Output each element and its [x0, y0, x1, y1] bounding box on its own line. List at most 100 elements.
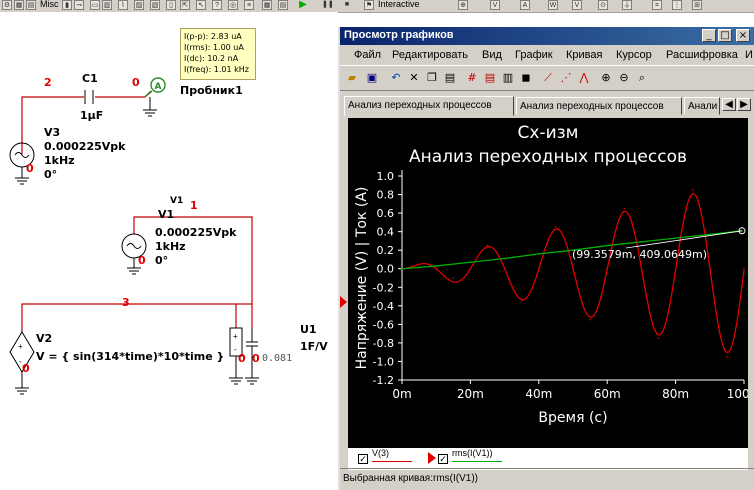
minimize-button[interactable]: _ — [702, 29, 716, 42]
data-point-v3 — [709, 267, 711, 270]
data-point-v3 — [520, 300, 523, 302]
print-icon[interactable]: ▤ — [278, 0, 288, 10]
tab-scroll-left-icon[interactable]: ◀ — [722, 98, 736, 111]
data-point-rms — [435, 265, 437, 267]
meter-icon[interactable]: ▭ — [90, 0, 100, 10]
settings-icon[interactable]: ⚙ — [2, 0, 12, 10]
doc-icon[interactable]: ▯ — [166, 0, 176, 10]
tab-analysis-2[interactable]: Анализ переходных процессов — [516, 97, 682, 115]
probe-icon[interactable]: ⊸ — [74, 0, 84, 10]
marker-line-icon[interactable]: ⋀ — [576, 70, 592, 86]
node-label-1: 1 — [190, 199, 198, 212]
wire-icon[interactable]: ⌇ — [118, 0, 128, 10]
bus-probe-icon[interactable]: ⋮ — [672, 0, 682, 10]
power-probe-icon[interactable]: W — [548, 0, 558, 10]
marker-style-icon[interactable]: ⋰ — [558, 70, 574, 86]
digital-probe-icon[interactable]: ⌗ — [652, 0, 662, 10]
grid-icon[interactable]: ▦ — [14, 0, 24, 10]
zoom-fit-icon[interactable]: ⌕ — [634, 70, 650, 86]
diff-probe-icon[interactable]: V — [572, 0, 582, 10]
line-style-icon[interactable]: ⟋ — [540, 70, 556, 86]
paste-icon[interactable]: ▤ — [442, 70, 458, 86]
menu-file[interactable]: Файл — [354, 49, 381, 61]
tab-analysis-1[interactable]: Анализ переходных процессов — [344, 96, 514, 116]
interactive-icon[interactable]: ⚑ — [364, 0, 374, 10]
export-icon[interactable]: ⇱ — [180, 0, 190, 10]
grapher-window[interactable]: Просмотр графиков _ □ × Файл Редактирова… — [338, 27, 754, 490]
data-point-v3 — [623, 207, 626, 210]
gnd-probe-icon[interactable]: ⏚ — [622, 0, 632, 10]
help-icon[interactable]: ? — [212, 0, 222, 10]
grapher-iconbar: ▰ ▣ ↶ ✕ ❐ ▤ # ▤ ▥ ◼ ⟋ ⋰ ⋀ ⊕ ⊖ ⌕ — [340, 65, 754, 91]
zoom-in-icon[interactable]: ⊕ — [598, 70, 614, 86]
menu-edit[interactable]: Редактировать — [392, 49, 468, 61]
c1-name[interactable]: C1 — [82, 72, 98, 85]
probe-readout[interactable]: I(p-p): 2.83 uA I(rms): 1.00 uA I(dc): 1… — [180, 28, 256, 80]
legend-label-v3: V(3) — [372, 448, 390, 458]
cursor-marker-icon[interactable] — [340, 296, 347, 308]
maximize-button[interactable]: □ — [718, 29, 732, 42]
node-label-0-u1b: 0 — [252, 352, 260, 365]
legend-swatch-rms — [452, 461, 502, 462]
legend-checkbox-v3[interactable]: ✓ — [358, 454, 368, 464]
interactive-label[interactable]: Interactive — [378, 0, 420, 9]
menu-trace[interactable]: Кривая — [566, 49, 602, 61]
plot-icon[interactable]: ▥ — [102, 0, 112, 10]
menu-cursor[interactable]: Курсор — [616, 49, 652, 61]
legend-checkbox-rms[interactable]: ✓ — [438, 454, 448, 464]
grid-toggle-icon[interactable]: # — [464, 70, 480, 86]
menu-view[interactable]: Вид — [482, 49, 502, 61]
u1-name[interactable]: U1 — [300, 323, 317, 336]
list-icon[interactable]: ≡ — [244, 0, 254, 10]
grapher-title: Просмотр графиков — [344, 29, 454, 41]
cut-icon[interactable]: ✕ — [406, 70, 422, 86]
copy-icon[interactable]: ❐ — [424, 70, 440, 86]
v3-name[interactable]: V3 — [44, 126, 60, 139]
zoom-icon[interactable]: ◎ — [228, 0, 238, 10]
menu-graph[interactable]: График — [515, 49, 553, 61]
toolbar-item-misc[interactable]: Misc — [40, 0, 59, 9]
extra-probe-icon[interactable]: ⊞ — [692, 0, 702, 10]
undo-icon[interactable]: ↶ — [388, 70, 404, 86]
v1-name[interactable]: V1 — [158, 208, 174, 221]
cursor-icon[interactable]: ↖ — [196, 0, 206, 10]
lab-icon[interactable]: ▧ — [150, 0, 160, 10]
tab-analysis-3[interactable]: Анали — [684, 97, 720, 115]
probe-name[interactable]: Пробник1 — [180, 84, 243, 97]
schematic-canvas[interactable]: + - + - A I(p-p): 2.83 uA I(rms): 1.00 u… — [0, 12, 338, 490]
stop-icon[interactable]: ■ — [342, 0, 352, 10]
y-tick-label: -1.0 — [373, 355, 394, 368]
menu-legend[interactable]: Расшифровка — [666, 49, 738, 61]
tab-scroll-right-icon[interactable]: ▶ — [737, 98, 751, 111]
plot-area[interactable]: Сх-изм Анализ переходных процессов 1.0 0.8 0… — [348, 118, 754, 448]
menu-more[interactable]: И — [745, 49, 753, 61]
analysis-tabs: Анализ переходных процессов Анализ перех… — [344, 96, 754, 117]
probe-tool-icon[interactable]: ⊕ — [458, 0, 468, 10]
save-icon[interactable]: ▣ — [364, 70, 380, 86]
voltage-probe-icon[interactable]: V — [490, 0, 500, 10]
legend-marker-icon — [428, 452, 436, 464]
y-tick-label: -0.6 — [373, 318, 394, 331]
open-icon[interactable]: ▰ — [344, 70, 360, 86]
table-icon[interactable]: ▦ — [262, 0, 272, 10]
y-tick-label: -1.2 — [373, 374, 394, 387]
chip-icon[interactable]: ▮ — [62, 0, 72, 10]
zoom-out-icon[interactable]: ⊖ — [616, 70, 632, 86]
u1-readout: 0.081 — [262, 353, 293, 364]
run-icon[interactable]: ▶ — [298, 0, 308, 10]
v3-frequency: 1kHz — [44, 154, 75, 167]
scope-icon[interactable]: ▨ — [134, 0, 144, 10]
grapher-titlebar[interactable]: Просмотр графиков _ □ × — [340, 27, 754, 45]
legend-toggle-icon[interactable]: ▤ — [482, 70, 498, 86]
cursors-icon[interactable]: ▥ — [500, 70, 516, 86]
current-probe-icon[interactable]: A — [520, 0, 530, 10]
pause-icon[interactable]: ❚❚ — [322, 0, 334, 10]
overlay-icon[interactable]: ◼ — [518, 70, 534, 86]
data-point-rms — [674, 237, 677, 239]
svg-text:-: - — [234, 345, 237, 354]
component-icon[interactable]: ▤ — [26, 0, 36, 10]
close-button[interactable]: × — [736, 29, 750, 42]
data-point-v3 — [640, 267, 643, 270]
v2-name[interactable]: V2 — [36, 332, 52, 345]
ref-probe-icon[interactable]: ⊙ — [598, 0, 608, 10]
